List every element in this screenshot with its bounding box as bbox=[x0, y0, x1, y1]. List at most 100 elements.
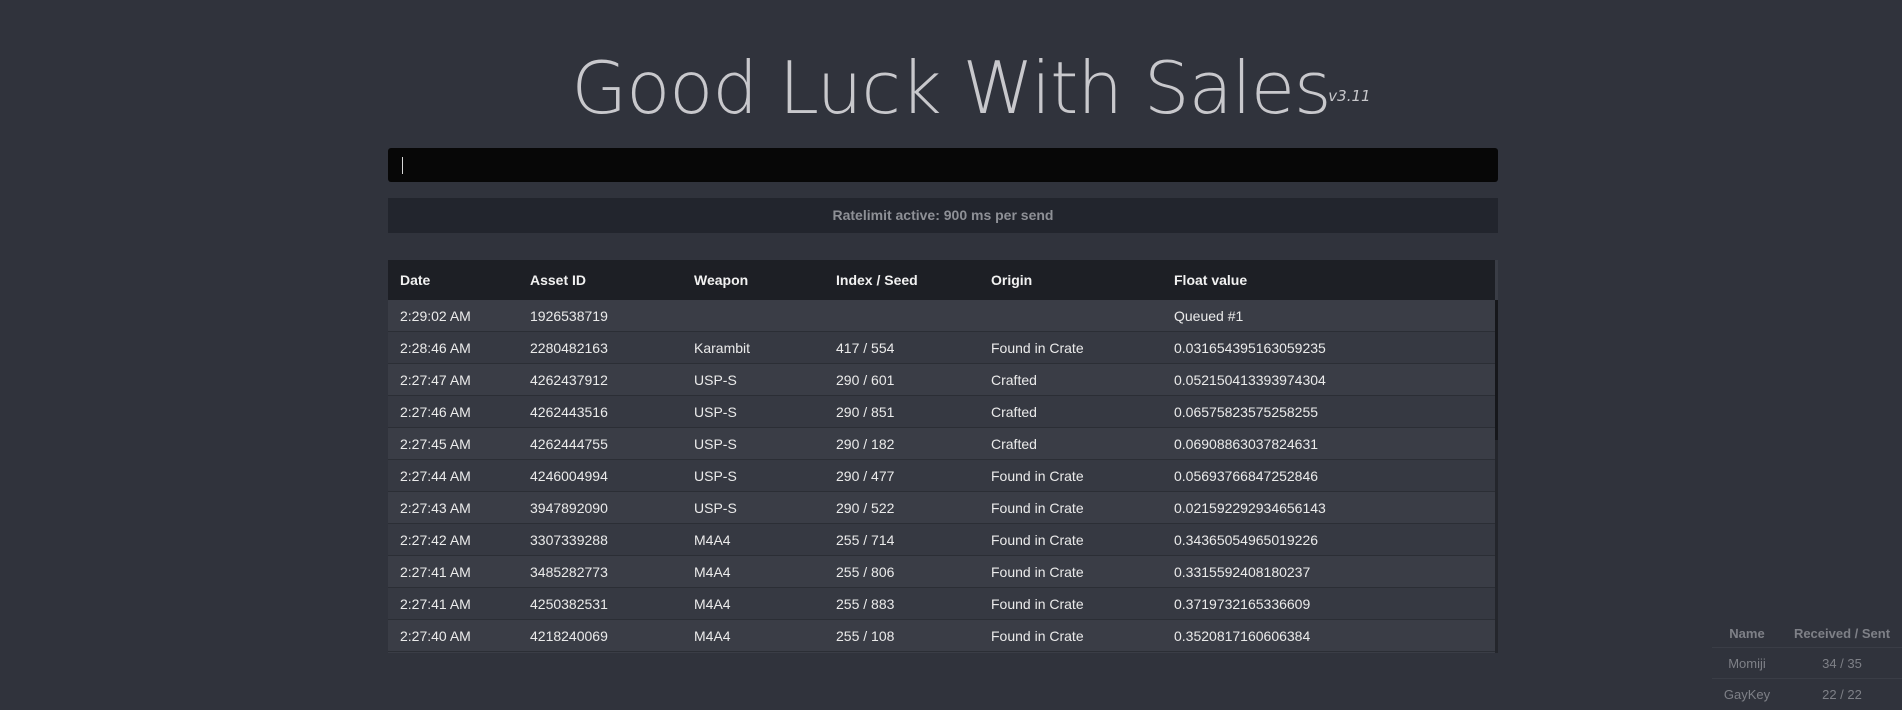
origin-cell: Crafted bbox=[979, 395, 1162, 428]
date-cell: 2:27:40 AM bbox=[388, 619, 518, 652]
date-cell: 2:27:41 AM bbox=[388, 555, 518, 588]
asset-id-cell: 3485282773 bbox=[518, 555, 682, 588]
ratelimit-status: Ratelimit active: 900 ms per send bbox=[388, 198, 1498, 233]
origin-cell: Found in Crate bbox=[979, 555, 1162, 588]
column-header-asset-id: Asset ID bbox=[518, 260, 682, 300]
index-seed-cell: 255 / 806 bbox=[824, 555, 979, 588]
table-row[interactable]: 2:27:40 AM 4218240069 M4A4 255 / 108 Found i… bbox=[388, 619, 1495, 652]
page-title: Good Luck With Sales v3.11 bbox=[571, 38, 1370, 138]
date-cell: 2:27:43 AM bbox=[388, 491, 518, 524]
table-scrollbar[interactable] bbox=[1495, 300, 1498, 653]
index-seed-cell: 290 / 522 bbox=[824, 491, 979, 524]
origin-cell: Crafted bbox=[979, 363, 1162, 396]
date-cell: 2:27:44 AM bbox=[388, 459, 518, 492]
float-value-cell: 0.06908863037824631 bbox=[1162, 427, 1495, 460]
date-cell: 2:27:42 AM bbox=[388, 523, 518, 556]
float-value-cell: 0.021592292934656143 bbox=[1162, 491, 1495, 524]
float-value-cell: 0.052150413393974304 bbox=[1162, 363, 1495, 396]
weapon-cell: USP-S bbox=[682, 363, 824, 396]
table-row[interactable]: 2:27:43 AM 3947892090 USP-S 290 / 522 Found … bbox=[388, 491, 1495, 524]
origin-cell: Found in Crate bbox=[979, 459, 1162, 492]
date-cell: 2:27:41 AM bbox=[388, 587, 518, 620]
float-value-cell: 0.06575823575258255 bbox=[1162, 395, 1495, 428]
peer-name-cell: GayKey bbox=[1712, 678, 1782, 709]
weapon-cell: M4A4 bbox=[682, 555, 824, 588]
origin-cell: Found in Crate bbox=[979, 523, 1162, 556]
float-value-cell: 0.3315592408180237 bbox=[1162, 555, 1495, 588]
peers-table: Name Received / Sent Momiji 34 / 35 GayKey… bbox=[1712, 619, 1902, 709]
float-value-cell: 0.3520817160606384 bbox=[1162, 619, 1495, 652]
peers-table-body: Momiji 34 / 35 GayKey 22 / 22 bbox=[1712, 647, 1902, 709]
peer-row: GayKey 22 / 22 bbox=[1712, 678, 1902, 709]
index-seed-cell bbox=[824, 300, 979, 332]
asset-id-cell: 4262444755 bbox=[518, 427, 682, 460]
weapon-cell: M4A4 bbox=[682, 523, 824, 556]
index-seed-cell: 290 / 601 bbox=[824, 363, 979, 396]
table-row[interactable]: 2:29:02 AM 1926538719 Queued #1 bbox=[388, 300, 1495, 332]
index-seed-cell: 290 / 851 bbox=[824, 395, 979, 428]
table-row[interactable]: 2:27:44 AM 4246004994 USP-S 290 / 477 Found … bbox=[388, 459, 1495, 492]
column-header-index-seed: Index / Seed bbox=[824, 260, 979, 300]
asset-id-cell: 2280482163 bbox=[518, 331, 682, 364]
float-value-cell: 0.031654395163059235 bbox=[1162, 331, 1495, 364]
index-seed-cell: 255 / 714 bbox=[824, 523, 979, 556]
date-cell: 2:27:45 AM bbox=[388, 427, 518, 460]
float-value-cell: 0.3719732165336609 bbox=[1162, 587, 1495, 620]
date-cell: 2:27:46 AM bbox=[388, 395, 518, 428]
asset-id-cell: 4246004994 bbox=[518, 459, 682, 492]
column-header-origin: Origin bbox=[979, 260, 1162, 300]
float-value-cell: 0.34365054965019226 bbox=[1162, 523, 1495, 556]
asset-id-cell: 3947892090 bbox=[518, 491, 682, 524]
title-text: Good Luck With Sales bbox=[571, 46, 1331, 130]
weapon-cell: USP-S bbox=[682, 427, 824, 460]
asset-id-cell: 3307339288 bbox=[518, 523, 682, 556]
origin-cell: Found in Crate bbox=[979, 619, 1162, 652]
table-header-row: Date Asset ID Weapon Index / Seed Origin… bbox=[388, 260, 1495, 300]
asset-id-cell: 4262443516 bbox=[518, 395, 682, 428]
peer-name-cell: Momiji bbox=[1712, 647, 1782, 679]
weapon-cell: Karambit bbox=[682, 331, 824, 364]
table-row[interactable]: 2:27:47 AM 4262437912 USP-S 290 / 601 Crafte… bbox=[388, 363, 1495, 396]
index-seed-cell: 417 / 554 bbox=[824, 331, 979, 364]
peers-panel: Name Received / Sent Momiji 34 / 35 GayKey… bbox=[1712, 619, 1902, 709]
table-row[interactable]: 2:27:42 AM 3307339288 M4A4 255 / 714 Found i… bbox=[388, 523, 1495, 556]
weapon-cell: M4A4 bbox=[682, 619, 824, 652]
inspect-input-container[interactable] bbox=[388, 148, 1498, 182]
table-row[interactable]: 2:27:41 AM 4250382531 M4A4 255 / 883 Found i… bbox=[388, 587, 1495, 620]
column-header-float-value: Float value bbox=[1162, 260, 1495, 300]
weapon-cell: M4A4 bbox=[682, 587, 824, 620]
origin-cell: Found in Crate bbox=[979, 491, 1162, 524]
index-seed-cell: 255 / 108 bbox=[824, 619, 979, 652]
asset-id-cell: 4262437912 bbox=[518, 363, 682, 396]
inspect-link-input[interactable] bbox=[388, 148, 1498, 182]
origin-cell: Found in Crate bbox=[979, 587, 1162, 620]
date-cell: 2:27:47 AM bbox=[388, 363, 518, 396]
weapon-cell: USP-S bbox=[682, 491, 824, 524]
peer-received-sent-cell: 34 / 35 bbox=[1782, 647, 1902, 679]
table-row[interactable]: 2:27:41 AM 3485282773 M4A4 255 / 806 Found i… bbox=[388, 555, 1495, 588]
asset-id-cell: 1926538719 bbox=[518, 300, 682, 332]
origin-cell: Crafted bbox=[979, 427, 1162, 460]
date-cell: 2:29:02 AM bbox=[388, 300, 518, 332]
peer-row: Momiji 34 / 35 bbox=[1712, 647, 1902, 679]
table-row[interactable]: 2:27:45 AM 4262444755 USP-S 290 / 182 Crafte… bbox=[388, 427, 1495, 460]
table-row[interactable]: 2:27:46 AM 4262443516 USP-S 290 / 851 Crafte… bbox=[388, 395, 1495, 428]
index-seed-cell: 255 / 883 bbox=[824, 587, 979, 620]
peers-column-name: Name bbox=[1729, 625, 1765, 641]
version-label: v3.11 bbox=[1328, 87, 1371, 105]
weapon-cell: USP-S bbox=[682, 395, 824, 428]
results-table-container[interactable]: Date Asset ID Weapon Index / Seed Origin… bbox=[388, 260, 1498, 653]
peers-column-received-sent: Received / Sent bbox=[1793, 625, 1891, 641]
asset-id-cell: 4250382531 bbox=[518, 587, 682, 620]
text-caret bbox=[402, 157, 403, 174]
weapon-cell bbox=[682, 300, 824, 332]
column-header-weapon: Weapon bbox=[682, 260, 824, 300]
origin-cell bbox=[979, 300, 1162, 332]
table-scrollbar-thumb[interactable] bbox=[1495, 300, 1498, 440]
peers-header-row: Name Received / Sent bbox=[1712, 619, 1902, 648]
index-seed-cell: 290 / 182 bbox=[824, 427, 979, 460]
table-row[interactable]: 2:28:46 AM 2280482163 Karambit 417 / 554 Fou… bbox=[388, 331, 1495, 364]
peer-received-sent-cell: 22 / 22 bbox=[1782, 678, 1902, 709]
asset-id-cell: 4218240069 bbox=[518, 619, 682, 652]
date-cell: 2:28:46 AM bbox=[388, 331, 518, 364]
